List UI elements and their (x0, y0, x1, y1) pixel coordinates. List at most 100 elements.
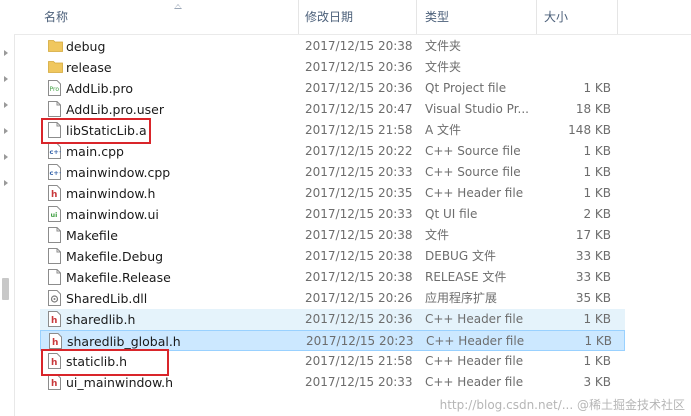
column-divider[interactable] (416, 0, 417, 34)
file-row[interactable]: AddLib.pro.user 2017/12/15 20:47 Visual St… (40, 99, 625, 120)
file-name: ui_mainwindow.h (66, 375, 174, 390)
file-size: 1 KB (583, 186, 611, 200)
column-header-type[interactable]: 类型 (425, 0, 449, 34)
svg-text:h: h (51, 316, 57, 326)
file-modified-date: 2017/12/15 20:33 (305, 375, 413, 389)
file-name: main.cpp (66, 144, 124, 159)
file-type: C++ Header file (425, 186, 524, 200)
header-file-icon: h (49, 333, 62, 349)
file-row[interactable]: c++ mainwindow.cpp 2017/12/15 20:33 C++ Sou… (40, 162, 625, 183)
file-modified-date: 2017/12/15 20:23 (306, 334, 414, 348)
file-type: 应用程序扩展 (425, 291, 498, 305)
file-row[interactable]: h mainwindow.h 2017/12/15 20:35 C++ Header … (40, 183, 625, 204)
file-type: C++ Header file (426, 334, 525, 348)
svg-text:h: h (51, 190, 57, 200)
file-modified-date: 2017/12/15 20:36 (305, 312, 413, 326)
expand-arrow-icon[interactable] (4, 128, 8, 134)
expand-arrow-icon[interactable] (4, 154, 8, 160)
column-header-bar: 名称 修改日期 类型 大小 (14, 0, 691, 35)
file-type: C++ Header file (425, 312, 524, 326)
file-modified-date: 2017/12/15 20:38 (305, 39, 413, 53)
watermark-text: http://blog.csdn.net/... @稀土掘金技术社区 (439, 398, 685, 412)
file-row[interactable]: release 2017/12/15 20:36 文件夹 (40, 57, 625, 78)
file-size: 1 KB (583, 81, 611, 95)
file-name: mainwindow.ui (66, 207, 159, 222)
file-size: 33 KB (575, 249, 611, 263)
file-name: Makefile.Release (66, 270, 171, 285)
file-modified-date: 2017/12/15 21:58 (305, 354, 413, 368)
file-name: sharedlib.h (66, 312, 136, 327)
file-row[interactable]: debug 2017/12/15 20:38 文件夹 (40, 36, 625, 57)
file-modified-date: 2017/12/15 20:33 (305, 165, 413, 179)
document-icon (48, 101, 61, 117)
column-header-name[interactable]: 名称 (44, 0, 68, 34)
file-row[interactable]: Makefile.Debug 2017/12/15 20:38 DEBUG 文件 33… (40, 246, 625, 267)
column-header-size[interactable]: 大小 (544, 0, 568, 34)
cpp-file-icon: c++ (48, 143, 64, 159)
file-type: DEBUG 文件 (425, 249, 496, 263)
header-file-icon: h (48, 353, 61, 369)
file-modified-date: 2017/12/15 20:38 (305, 228, 413, 242)
file-type: C++ Header file (425, 375, 524, 389)
file-size: 1 KB (583, 354, 611, 368)
file-row[interactable]: Makefile.Release 2017/12/15 20:38 RELEASE … (40, 267, 625, 288)
column-divider[interactable] (536, 0, 537, 34)
file-row[interactable]: SharedLib.dll 2017/12/15 20:26 应用程序扩展 35 KB (40, 288, 625, 309)
file-row[interactable]: Pro AddLib.pro 2017/12/15 20:36 Qt Project … (40, 78, 625, 99)
file-size: 18 KB (575, 102, 611, 116)
file-modified-date: 2017/12/15 20:26 (305, 291, 413, 305)
column-divider[interactable] (617, 0, 618, 34)
file-modified-date: 2017/12/15 20:35 (305, 186, 413, 200)
file-name: mainwindow.cpp (66, 165, 171, 180)
file-modified-date: 2017/12/15 20:22 (305, 144, 413, 158)
file-type: Qt Project file (425, 81, 507, 95)
document-icon (48, 269, 61, 285)
file-type: 文件 (425, 228, 450, 242)
column-header-date[interactable]: 修改日期 (305, 0, 353, 34)
file-name: Makefile (66, 228, 118, 243)
svg-text:Pro: Pro (50, 86, 60, 93)
file-size: 148 KB (568, 123, 611, 137)
file-name: debug (66, 39, 106, 54)
dll-file-icon (48, 290, 61, 306)
file-name: AddLib.pro.user (66, 102, 165, 117)
file-size: 3 KB (583, 375, 611, 389)
file-modified-date: 2017/12/15 20:38 (305, 249, 413, 263)
qt-project-icon: Pro (48, 80, 61, 96)
column-divider[interactable] (298, 0, 299, 34)
file-row[interactable]: ui mainwindow.ui 2017/12/15 20:33 Qt UI fil… (40, 204, 625, 225)
nav-scrollbar-thumb[interactable] (2, 278, 9, 300)
header-file-icon: h (48, 374, 61, 390)
file-row[interactable]: libStaticLib.a 2017/12/15 21:58 A 文件 148 KB (40, 120, 625, 141)
file-row[interactable]: h ui_mainwindow.h 2017/12/15 20:33 C++ Head… (40, 372, 625, 393)
file-size: 1 KB (583, 144, 611, 158)
header-file-icon: h (48, 185, 61, 201)
file-size: 17 KB (575, 228, 611, 242)
svg-text:c++: c++ (50, 169, 62, 177)
svg-text:h: h (51, 379, 57, 389)
file-type: A 文件 (425, 123, 462, 137)
file-row[interactable]: h staticlib.h 2017/12/15 21:58 C++ Header f… (40, 351, 625, 372)
sort-ascending-icon (174, 4, 182, 9)
file-type: 文件夹 (425, 39, 462, 53)
file-modified-date: 2017/12/15 20:36 (305, 81, 413, 95)
file-type: C++ Source file (425, 144, 521, 158)
expand-arrow-icon[interactable] (4, 102, 8, 108)
folder-icon (48, 59, 63, 75)
file-modified-date: 2017/12/15 20:38 (305, 270, 413, 284)
file-row[interactable]: h sharedlib.h 2017/12/15 20:36 C++ Header f… (40, 309, 625, 330)
document-icon (48, 227, 61, 243)
expand-arrow-icon[interactable] (4, 180, 8, 186)
file-row[interactable]: c++ main.cpp 2017/12/15 20:22 C++ Source fi… (40, 141, 625, 162)
file-row[interactable]: h sharedlib_global.h 2017/12/15 20:23 C++ H… (40, 330, 625, 351)
expand-arrow-icon[interactable] (4, 76, 8, 82)
file-row[interactable]: Makefile 2017/12/15 20:38 文件 17 KB (40, 225, 625, 246)
folder-icon (48, 38, 63, 54)
file-size (543, 36, 611, 57)
file-name: AddLib.pro (66, 81, 133, 96)
expand-arrow-icon[interactable] (4, 50, 8, 56)
file-name: mainwindow.h (66, 186, 156, 201)
file-size: 33 KB (575, 270, 611, 284)
file-type: C++ Source file (425, 165, 521, 179)
document-icon (48, 122, 61, 138)
